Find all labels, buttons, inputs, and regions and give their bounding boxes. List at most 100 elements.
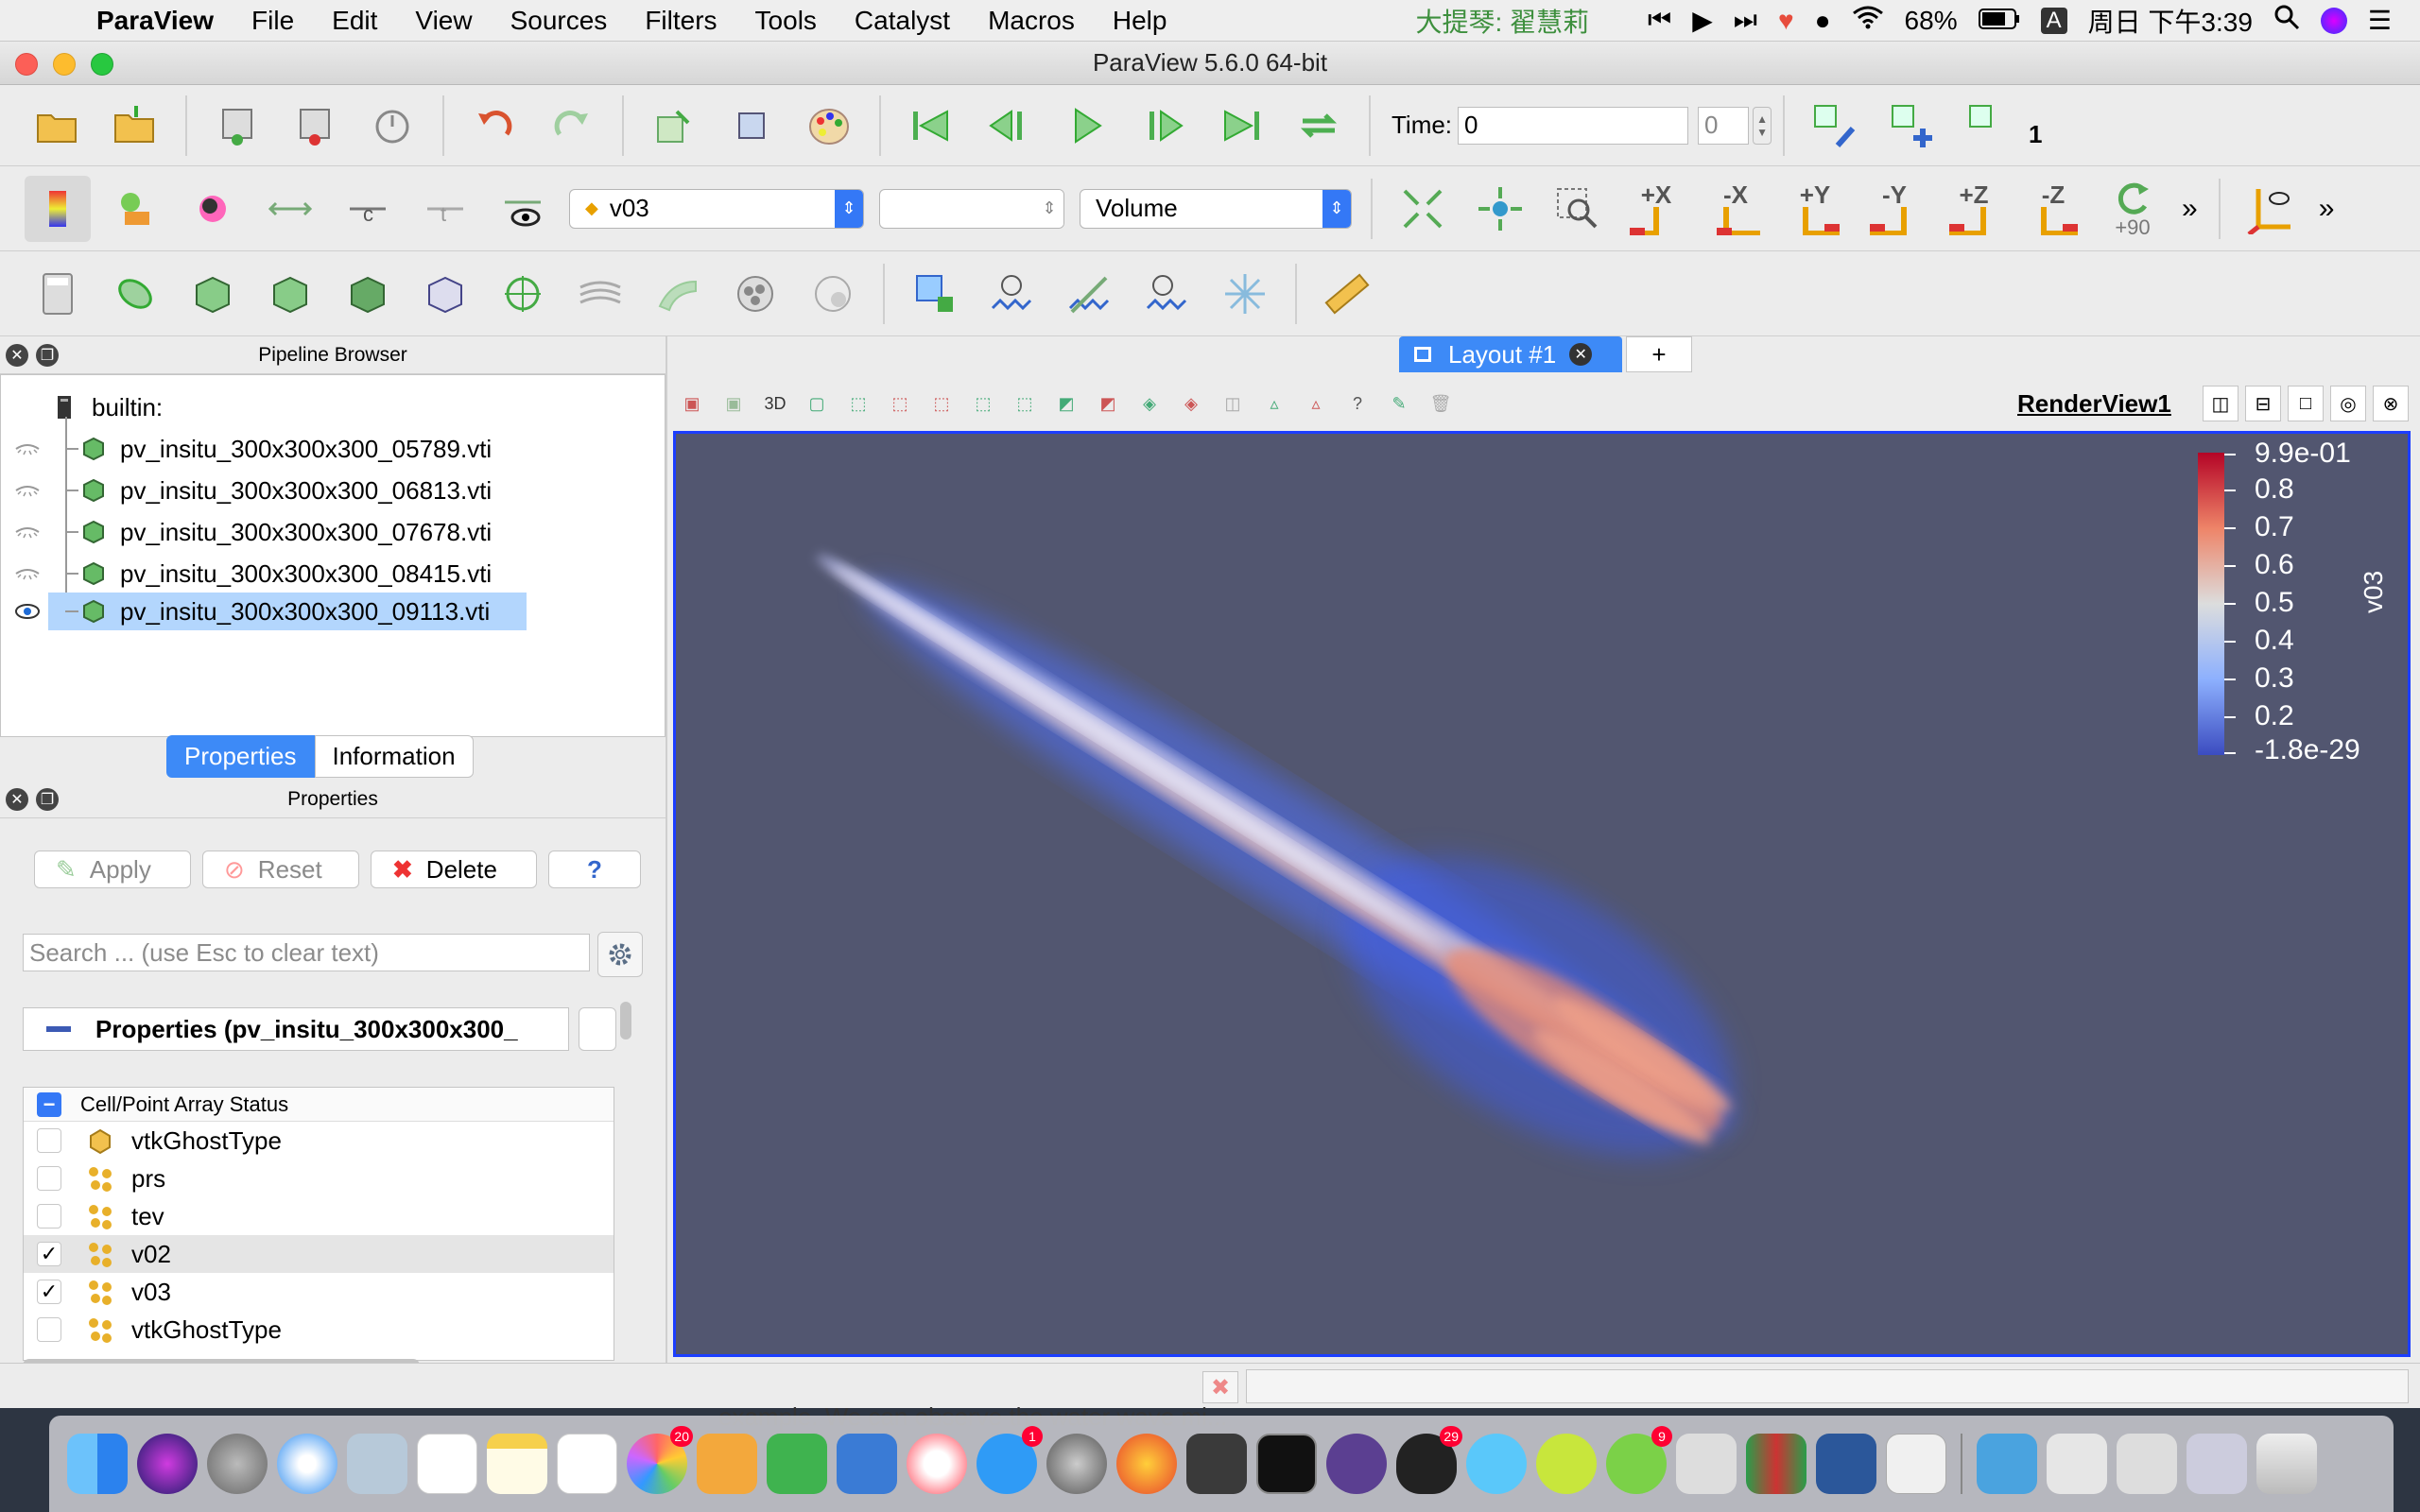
- array-row[interactable]: ✓ v03: [24, 1273, 614, 1311]
- edit-annotation-icon[interactable]: ✎: [1382, 387, 1416, 421]
- select-points-on-icon[interactable]: ⬚: [883, 387, 917, 421]
- music-icon[interactable]: [1536, 1434, 1597, 1494]
- delete-button[interactable]: ✖ Delete: [371, 850, 537, 888]
- menu-app-name[interactable]: ParaView: [78, 6, 233, 36]
- pipeline-item[interactable]: pv_insitu_300x300x300_08415.vti: [65, 555, 492, 593]
- menu-filters[interactable]: Filters: [626, 6, 735, 36]
- interactive-select-icon[interactable]: ◩: [1091, 387, 1125, 421]
- wechat-icon[interactable]: 9: [1606, 1426, 1672, 1494]
- pipeline-item[interactable]: pv_insitu_300x300x300_07678.vti: [65, 513, 492, 551]
- find-data-icon[interactable]: [1802, 93, 1868, 159]
- window-stack-icon[interactable]: [2117, 1434, 2177, 1494]
- more-tools-icon[interactable]: »: [2182, 193, 2198, 225]
- siri-icon[interactable]: [2320, 7, 2347, 34]
- window-maximize-button[interactable]: [91, 53, 113, 76]
- window-stack-2-icon[interactable]: [2187, 1434, 2247, 1494]
- add-layout-button[interactable]: +: [1626, 336, 1692, 372]
- tab-information[interactable]: Information: [314, 735, 474, 778]
- sublime-text-icon[interactable]: [1186, 1434, 1247, 1494]
- downloads-folder-icon[interactable]: [1977, 1434, 2037, 1494]
- hover-points-icon[interactable]: ◈: [1174, 387, 1208, 421]
- menu-file[interactable]: File: [233, 6, 313, 36]
- menu-sources[interactable]: Sources: [492, 6, 627, 36]
- save-state-icon[interactable]: [641, 93, 707, 159]
- next-frame-icon[interactable]: [1131, 93, 1197, 159]
- select-points-through-icon[interactable]: ⬚: [966, 387, 1000, 421]
- keynote-icon[interactable]: [837, 1434, 897, 1494]
- terminal-icon[interactable]: [1256, 1434, 1317, 1494]
- time-index-input[interactable]: 0: [1698, 106, 1750, 145]
- textedit-icon[interactable]: [1886, 1434, 1946, 1494]
- battery-icon[interactable]: [1978, 6, 2020, 36]
- stream-tracer-icon[interactable]: [567, 261, 633, 327]
- word-icon[interactable]: [1816, 1434, 1876, 1494]
- play-icon[interactable]: [1053, 93, 1119, 159]
- splitter[interactable]: [666, 336, 667, 1363]
- calculator-app-icon[interactable]: [1676, 1434, 1737, 1494]
- shrink-selection-icon[interactable]: ▵: [1257, 387, 1291, 421]
- color-array-select[interactable]: ◆ v03 ⇕: [569, 188, 864, 229]
- component-select[interactable]: ⇕: [879, 188, 1064, 229]
- select-cells-on-icon[interactable]: ⬚: [841, 387, 875, 421]
- extract-selection-icon[interactable]: [902, 261, 968, 327]
- restore-view-button[interactable]: ◎: [2330, 386, 2366, 421]
- query-selection-icon[interactable]: [1957, 93, 2023, 159]
- toggle-color-legend-icon[interactable]: [25, 175, 91, 242]
- eye-closed-icon[interactable]: [14, 439, 41, 458]
- extract-subset-icon[interactable]: [412, 261, 478, 327]
- auto-apply-icon[interactable]: [359, 93, 425, 159]
- view-minus-x-button[interactable]: -X: [1701, 182, 1771, 235]
- window-close-button[interactable]: [15, 53, 38, 76]
- reset-camera-icon[interactable]: [1390, 176, 1456, 242]
- array-checkbox[interactable]: [37, 1166, 61, 1191]
- pipeline-root[interactable]: builtin:: [52, 388, 163, 426]
- clear-selection-icon[interactable]: 🗑: [1424, 387, 1458, 421]
- view-plus-x-button[interactable]: +X: [1621, 182, 1691, 235]
- chart-app-icon[interactable]: [1746, 1434, 1806, 1494]
- time-input[interactable]: 0: [1458, 106, 1689, 145]
- calculator-icon[interactable]: [25, 261, 91, 327]
- last-frame-icon[interactable]: [1208, 93, 1274, 159]
- qq-icon[interactable]: 29: [1396, 1426, 1462, 1494]
- load-data-icon[interactable]: [102, 93, 168, 159]
- battery-percent[interactable]: 68%: [1905, 6, 1958, 36]
- notification-center-icon[interactable]: ☰: [2368, 5, 2392, 36]
- redo-icon[interactable]: [539, 93, 605, 159]
- panel-close-icon[interactable]: ✕: [6, 344, 28, 367]
- reset-button[interactable]: ⊘ Reset: [202, 850, 359, 888]
- pipeline-item[interactable]: pv_insitu_300x300x300_05789.vti: [65, 430, 492, 468]
- properties-scrollbar[interactable]: [620, 1002, 631, 1040]
- contour-icon[interactable]: [102, 261, 168, 327]
- previous-frame-icon[interactable]: [976, 93, 1042, 159]
- pages-icon[interactable]: [697, 1434, 757, 1494]
- next-track-icon[interactable]: ⏭: [1734, 5, 1757, 36]
- photos-icon[interactable]: 20: [627, 1426, 693, 1494]
- rescale-visible-range-icon[interactable]: [490, 176, 556, 242]
- rescale-custom-range-icon[interactable]: [257, 176, 323, 242]
- slice-icon[interactable]: [257, 261, 323, 327]
- reset-range-icon[interactable]: [180, 176, 246, 242]
- tab-layout-1[interactable]: Layout #1 ✕: [1399, 336, 1622, 372]
- undo-icon[interactable]: [461, 93, 527, 159]
- group-datasets-icon[interactable]: [722, 261, 788, 327]
- pipeline-item-selected[interactable]: pv_insitu_300x300x300_09113.vti: [65, 593, 490, 630]
- render-view[interactable]: 9.9e-01 -1.8e-29 0.8 0.7 0.6 0.5 0.4 0.3 0.2 v…: [673, 431, 2411, 1357]
- glyph-icon[interactable]: [490, 261, 556, 327]
- trash-icon[interactable]: [2256, 1434, 2317, 1494]
- toggle-3d-button[interactable]: 3D: [758, 387, 792, 421]
- world-icon[interactable]: ●: [1815, 6, 1831, 36]
- status-close-icon[interactable]: ✖: [1202, 1371, 1238, 1403]
- first-frame-icon[interactable]: [898, 93, 964, 159]
- wifi-icon[interactable]: [1852, 5, 1884, 36]
- select-polygon-cells-icon[interactable]: ⬚: [1008, 387, 1042, 421]
- capture-disabled-icon[interactable]: ▣: [717, 387, 751, 421]
- panel-close-icon[interactable]: ✕: [6, 788, 28, 811]
- rescale-custom-range-c-icon[interactable]: c: [335, 176, 401, 242]
- more-tools-icon[interactable]: »: [2319, 193, 2335, 225]
- add-query-icon[interactable]: [1879, 93, 1945, 159]
- threshold-icon[interactable]: [335, 261, 401, 327]
- array-row[interactable]: ✓ v02: [24, 1235, 614, 1273]
- plot-over-line-icon[interactable]: [1057, 261, 1123, 327]
- screenshot-stack-icon[interactable]: [2047, 1434, 2107, 1494]
- edit-color-map-icon[interactable]: [102, 176, 168, 242]
